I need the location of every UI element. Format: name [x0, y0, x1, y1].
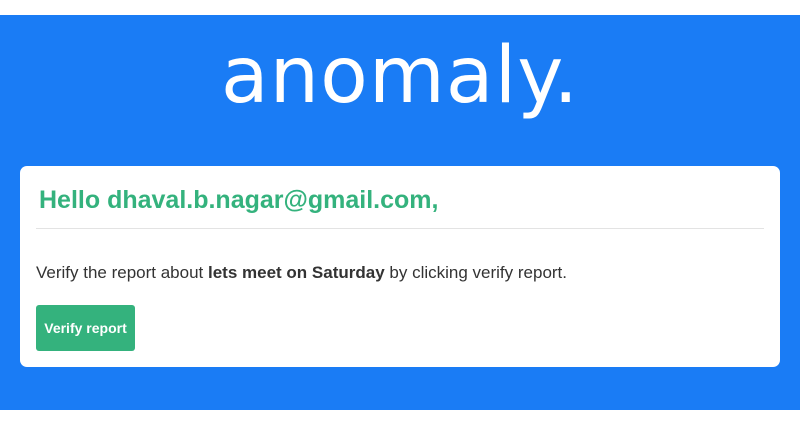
anomaly-logo: anomaly.: [220, 31, 580, 121]
divider: [36, 228, 764, 229]
greeting-heading: Hello dhaval.b.nagar@gmail.com,: [39, 186, 439, 214]
verify-report-button[interactable]: Verify report: [36, 305, 135, 351]
verify-message: Verify the report about lets meet on Sat…: [36, 263, 567, 283]
message-text-after: by clicking verify report.: [384, 263, 568, 282]
report-card: Hello dhaval.b.nagar@gmail.com, Verify t…: [20, 166, 780, 367]
email-header-banner: anomaly. Hello dhaval.b.nagar@gmail.com,…: [0, 15, 800, 410]
message-text-before: Verify the report about: [36, 263, 208, 282]
report-subject: lets meet on Saturday: [208, 263, 385, 282]
